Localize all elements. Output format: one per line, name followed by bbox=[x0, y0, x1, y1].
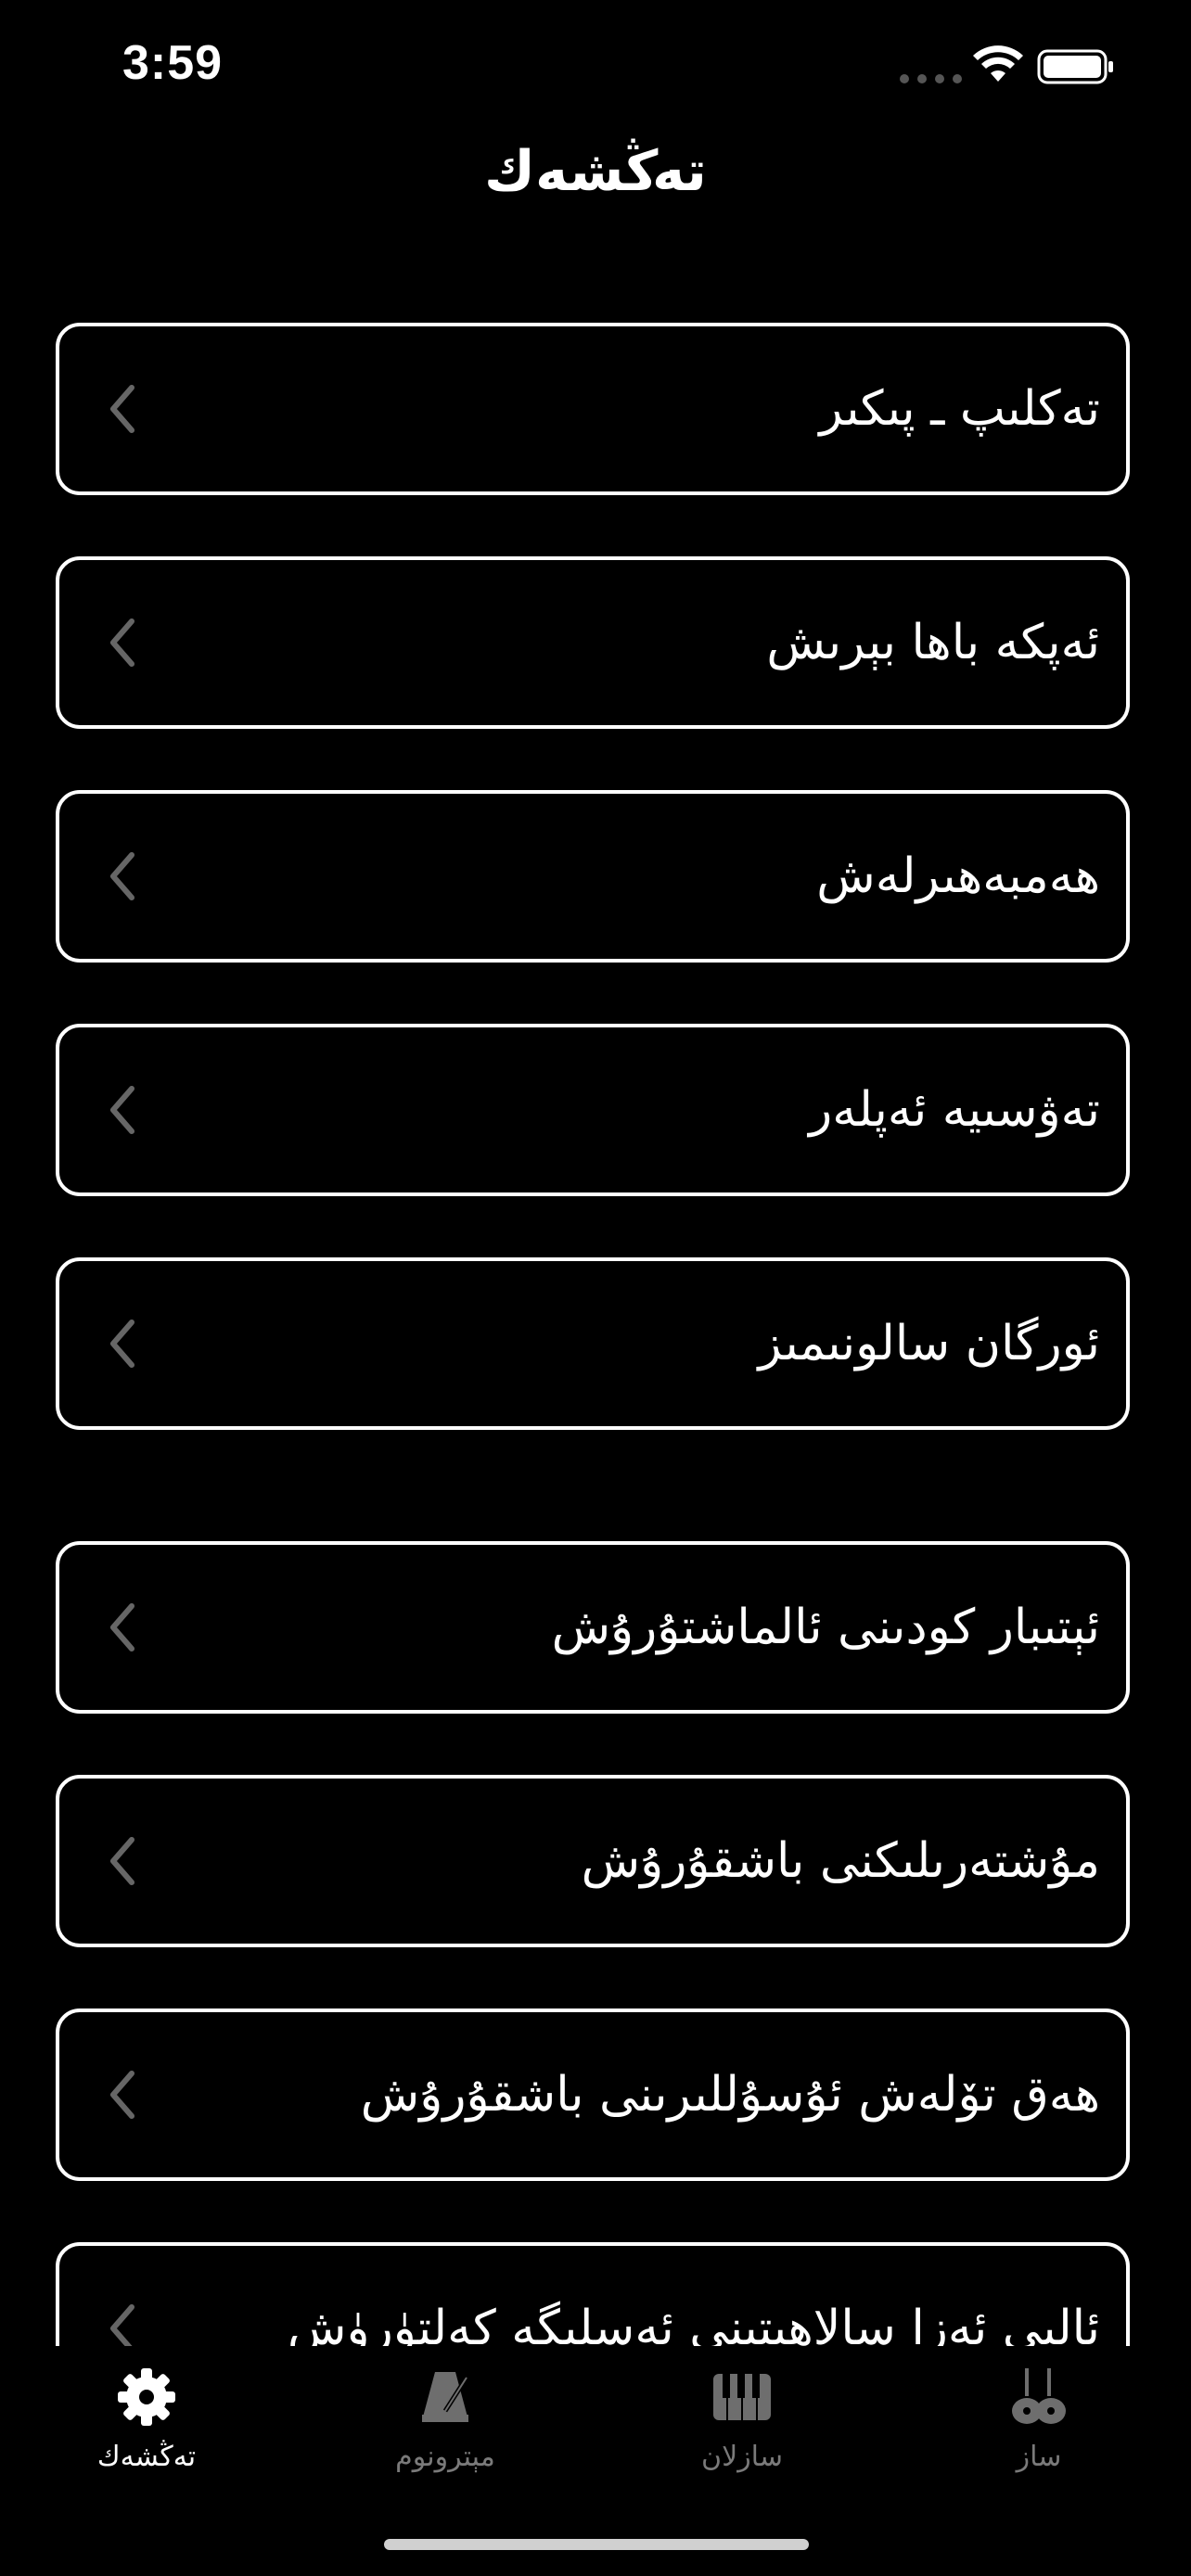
tab-tuner-label: سازلان bbox=[701, 2441, 783, 2473]
chevron-left-icon bbox=[110, 1320, 134, 1368]
piano-icon bbox=[713, 2374, 771, 2420]
chevron-left-icon bbox=[110, 385, 134, 433]
list-item-label: تەكلىپ ـ پىكىر bbox=[819, 381, 1100, 437]
list-item-label: ئورگان سالونىمىز bbox=[758, 1316, 1101, 1371]
list-item-label: مۇشتەرىلىكنى باشقۇرۇش bbox=[581, 1833, 1100, 1889]
tab-tuner[interactable]: سازلان bbox=[649, 2365, 835, 2473]
chevron-left-icon bbox=[110, 1837, 134, 1885]
list-item-manage-payment[interactable]: ھەق تۆلەش ئۇسۇللىرىنى باشقۇرۇش bbox=[56, 2009, 1130, 2181]
chevron-left-icon bbox=[110, 852, 134, 900]
list-item-recommended-apps[interactable]: تەۋسىيە ئەپلەر bbox=[56, 1024, 1130, 1196]
tab-metronome[interactable]: مېترونوم bbox=[352, 2365, 538, 2473]
list-item-label: ئالىي ئەزا سالاھىتىنى ئەسلىگە كەلتۈرۈش bbox=[288, 2301, 1100, 2346]
chevron-left-icon bbox=[110, 1086, 134, 1134]
list-item-share[interactable]: ھەمبەھىرلەش bbox=[56, 790, 1130, 963]
settings-list: تەڭشەك تەكلىپ ـ پىكىر ئەپكە باھا بېرىش ھ… bbox=[0, 0, 1191, 2346]
list-item-redeem-code[interactable]: ئېتىبار كودىنى ئالماشتۇرۇش bbox=[56, 1541, 1130, 1714]
list-item-rate-app[interactable]: ئەپكە باھا بېرىش bbox=[56, 556, 1130, 729]
tab-settings[interactable]: تەڭشەك bbox=[54, 2365, 239, 2473]
chevron-left-icon bbox=[110, 2071, 134, 2119]
tab-metronome-label: مېترونوم bbox=[395, 2441, 495, 2473]
list-item-manage-subscription[interactable]: مۇشتەرىلىكنى باشقۇرۇش bbox=[56, 1775, 1130, 1947]
list-item-feedback[interactable]: تەكلىپ ـ پىكىر bbox=[56, 323, 1130, 495]
gear-icon bbox=[118, 2368, 175, 2426]
list-item-label: ئېتىبار كودىنى ئالماشتۇرۇش bbox=[551, 1600, 1100, 1655]
list-item-label: ھەمبەھىرلەش bbox=[816, 848, 1100, 904]
list-item-label: ئەپكە باھا بېرىش bbox=[766, 615, 1100, 670]
home-indicator[interactable] bbox=[384, 2539, 809, 2550]
tab-settings-label: تەڭشەك bbox=[96, 2441, 197, 2473]
list-item-label: تەۋسىيە ئەپلەر bbox=[809, 1082, 1100, 1138]
tab-instrument-label: ساز bbox=[1016, 2441, 1062, 2473]
list-item-restore-premium[interactable]: ئالىي ئەزا سالاھىتىنى ئەسلىگە كەلتۈرۈش bbox=[56, 2242, 1130, 2346]
tab-instrument[interactable]: ساز bbox=[946, 2365, 1132, 2473]
instruments-icon bbox=[1012, 2368, 1066, 2424]
metronome-icon bbox=[422, 2372, 469, 2422]
page-title: تەڭشەك bbox=[484, 139, 707, 204]
list-item-organ-salon[interactable]: ئورگان سالونىمىز bbox=[56, 1257, 1130, 1430]
chevron-left-icon bbox=[110, 1603, 134, 1651]
chevron-left-icon bbox=[110, 618, 134, 667]
chevron-left-icon bbox=[110, 2304, 134, 2346]
list-item-label: ھەق تۆلەش ئۇسۇللىرىنى باشقۇرۇش bbox=[360, 2067, 1100, 2123]
